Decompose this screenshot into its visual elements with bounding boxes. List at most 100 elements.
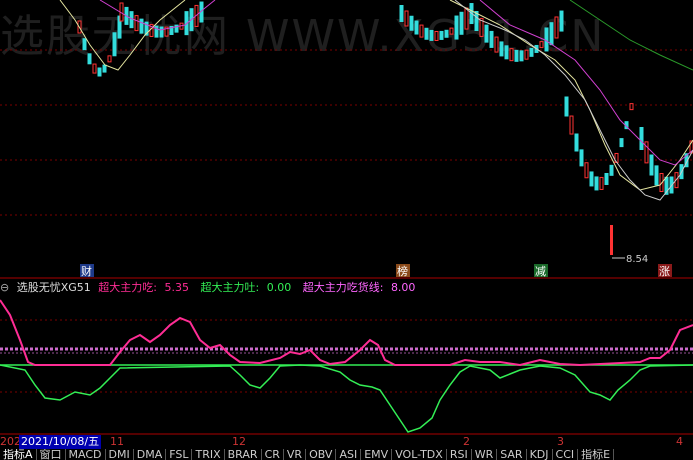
candle [429,29,434,41]
candle [449,27,454,35]
candle [419,24,424,38]
badge-jian[interactable]: 减 [535,265,546,278]
date-tick-4: 4 [676,435,683,448]
indicator-line-spit-label: 超大主力吐: [200,281,260,294]
date-tick-3: 3 [557,435,564,448]
indicator-name[interactable]: 选股无忧XG51 [17,281,91,294]
candle [459,11,464,35]
candle [564,96,569,117]
ma-line-magenta-2 [479,0,693,166]
event-badges: 财 榜 减 涨 [80,264,672,278]
badge-bang[interactable]: 榜 [397,264,408,278]
tab-item[interactable]: DMA [134,449,167,460]
indicator-title-bar: ⊖ 选股无忧XG51 超大主力吃: 5.35 超大主力吐: 0.00 超大主力吃… [0,279,693,297]
tab-item[interactable]: CCI [553,449,579,460]
candle [82,38,87,51]
candle [514,49,519,62]
candle-low [610,225,613,255]
candle [519,50,524,62]
indicator-line-threshold: 超大主力吃货线: 8.00 [303,281,420,294]
candle [102,64,107,73]
super-main-spit-line [0,364,693,433]
date-axis-bar: 202 2021/10/08/五 11 12 2 3 4 [0,435,693,449]
candle [454,15,459,40]
price-grid [0,49,693,216]
candle [409,15,414,31]
chart-canvas[interactable]: 8.54 财 榜 减 涨 [0,0,693,460]
tab-item[interactable]: KDJ [527,449,553,460]
date-tick-2: 2 [463,435,470,448]
tab-item[interactable]: SAR [497,449,527,460]
date-tick-12: 12 [232,435,246,448]
candle [399,5,404,22]
candle [464,7,469,30]
date-tick-11: 11 [110,435,124,448]
tab-item[interactable]: VOL-TDX [392,449,447,460]
candle [649,154,654,176]
tab-item[interactable]: BRAR [225,449,262,460]
candle [159,26,164,38]
tab-item[interactable]: 指标A [0,449,37,460]
candle [559,10,564,32]
candle [414,20,419,35]
candle [494,36,499,53]
candle [504,45,509,60]
indicator-tab-bar: 指标A 窗口 MACD DMI DMA FSL TRIX BRAR CR VR OBV ASI EMV V… [0,449,693,460]
candle [529,47,534,57]
candle [569,115,574,135]
candle [524,49,529,60]
candle [129,11,134,29]
badge-zhang[interactable]: 涨 [659,265,670,278]
candle [434,30,439,41]
tab-item[interactable]: TRIX [192,449,225,460]
candle [629,103,634,111]
candlestick-series [77,1,693,255]
tab-item[interactable]: FSL [166,449,193,460]
candle [604,172,609,185]
candle [97,67,102,77]
indicator-grid [0,319,693,393]
candle [444,29,449,38]
stock-chart-window: 选股无忧网 WWW.XG51.CN 8.54 财 榜 减 涨 ⊖ 选股无忧XG5… [0,0,693,460]
candle [599,176,604,190]
indicator-line-threshold-label: 超大主力吃货线: [302,281,384,294]
candle [609,164,614,176]
low-price-label: 8.54 [626,254,648,265]
candle [499,41,504,57]
badge-cai[interactable]: 财 [81,264,92,278]
indicator-line-eat-value: 5.35 [164,281,190,294]
tab-item[interactable]: MACD [66,449,106,460]
tab-item[interactable]: 指标E [578,449,615,460]
date-year-left: 202 [0,435,21,448]
candle [619,138,624,148]
candle [424,27,429,40]
tab-item[interactable]: 窗口 [37,449,66,460]
candle [589,171,594,187]
candle [474,11,479,31]
candle [539,41,544,49]
super-main-eat-line [0,299,693,367]
tab-item[interactable]: OBV [306,449,337,460]
selected-date-tag: 2021/10/08/五 [19,435,102,449]
candle [594,176,599,191]
candle [574,133,579,152]
candle [404,10,409,27]
tab-item[interactable]: RSI [447,449,472,460]
ma-line-green [569,0,693,71]
candle [579,149,584,167]
indicator-line-spit-value: 0.00 [266,281,292,294]
tab-item[interactable]: WR [472,449,498,460]
tab-item[interactable]: VR [284,449,307,460]
candle [554,16,559,39]
candle [549,22,554,46]
candle [639,127,644,150]
tab-item[interactable]: ASI [336,449,362,460]
candle [439,30,444,40]
indicator-collapse-icon[interactable]: ⊖ [0,281,9,294]
candle [134,15,139,32]
indicator-line-spit: 超大主力吐: 0.00 [201,281,299,294]
tab-item[interactable]: CR [262,449,284,460]
tab-item[interactable]: EMV [361,449,393,460]
candle [509,48,514,62]
tab-item[interactable]: DMI [106,449,134,460]
